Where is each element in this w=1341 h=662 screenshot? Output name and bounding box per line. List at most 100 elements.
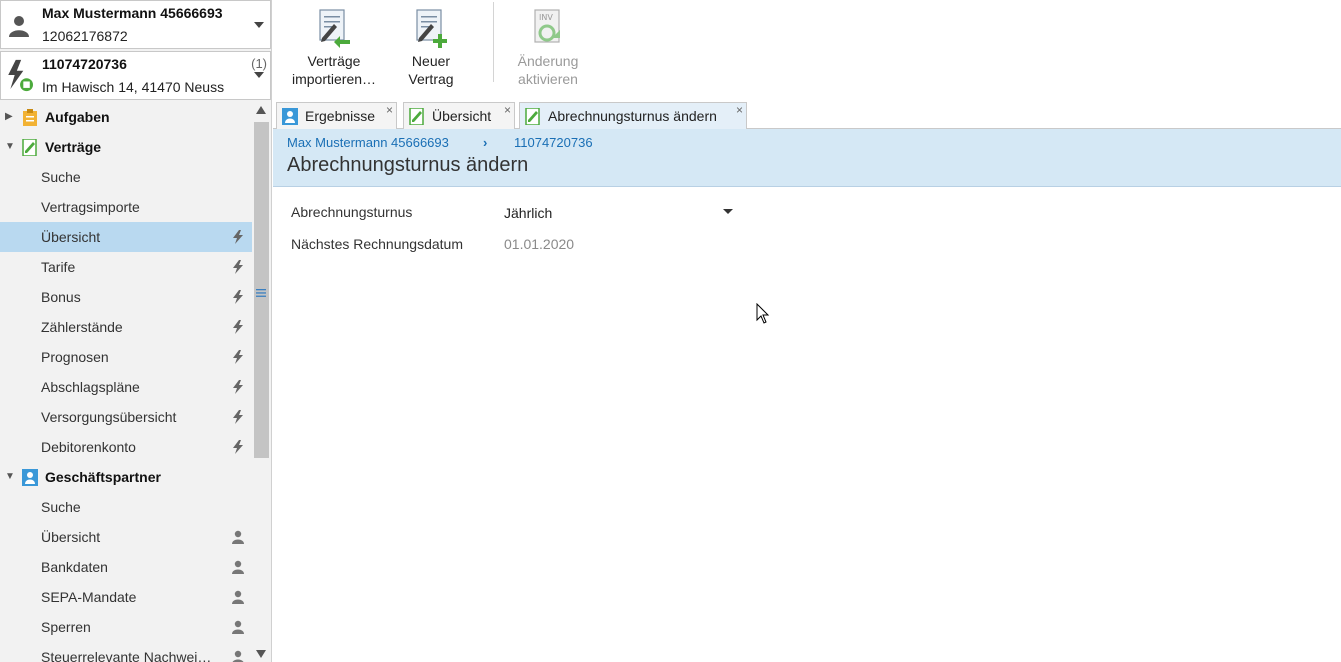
contract-icon xyxy=(22,139,37,156)
nav-item-tarife[interactable]: Tarife xyxy=(0,252,252,282)
nav-section-geschaeftspartner[interactable]: ▼ Geschäftspartner xyxy=(0,462,252,492)
nav-item-label: Abschlagspläne xyxy=(41,379,140,395)
nav-item-label: Vertragsimporte xyxy=(41,199,140,215)
billing-cycle-label: Abrechnungsturnus xyxy=(291,204,413,220)
scroll-down-icon[interactable] xyxy=(256,650,266,658)
clipboard-icon xyxy=(23,109,37,126)
nav-item-label: Zählerstände xyxy=(41,319,123,335)
new-contract-label-2: Vertrag xyxy=(408,71,454,87)
import-contracts-label-1: Verträge xyxy=(307,53,361,69)
nav-item-sperren[interactable]: Sperren xyxy=(0,612,252,642)
activate-change-label-2: aktivieren xyxy=(518,71,578,87)
tab-ergebnisse[interactable]: Ergebnisse × xyxy=(276,102,397,129)
chevron-down-icon[interactable] xyxy=(723,209,733,214)
contract-address: Im Hawisch 14, 41470 Neuss xyxy=(42,79,225,95)
nav-item-vertraege-suche[interactable]: Suche xyxy=(0,162,252,192)
nav-item-sepa-mandate[interactable]: SEPA-Mandate xyxy=(0,582,252,612)
ribbon-toolbar: Verträge importieren… Neuer Vertrag INV … xyxy=(273,0,1341,100)
contract-context-selector[interactable]: 11074720736 Im Hawisch 14, 41470 Neuss (… xyxy=(0,51,271,100)
svg-text:INV: INV xyxy=(539,13,553,22)
nav-item-partner-uebersicht[interactable]: Übersicht xyxy=(0,522,252,552)
navigation-tree: ▶ Aufgaben ▼ Verträge Suche Vertragsimpo… xyxy=(0,102,252,662)
nav-item-bonus[interactable]: Bonus xyxy=(0,282,252,312)
customer-context-selector[interactable]: Max Mustermann 45666693 12062176872 xyxy=(0,0,271,49)
toolbar-separator xyxy=(493,2,494,82)
contract-icon xyxy=(525,108,540,125)
main-content: Max Mustermann 45666693 › 11074720736 Ab… xyxy=(273,129,1341,662)
billing-cycle-select[interactable]: Jährlich xyxy=(499,201,737,225)
lightning-icon xyxy=(233,410,243,424)
lightning-icon xyxy=(233,230,243,244)
contract-count: (1) xyxy=(251,56,267,71)
expand-arrow-icon[interactable]: ▶ xyxy=(5,102,13,132)
energy-contract-icon xyxy=(8,59,33,92)
nav-item-prognosen[interactable]: Prognosen xyxy=(0,342,252,372)
breadcrumb-separator-icon: › xyxy=(483,135,488,150)
nav-section-label: Geschäftspartner xyxy=(45,469,161,485)
billing-cycle-value: Jährlich xyxy=(504,205,553,221)
next-invoice-date-label: Nächstes Rechnungsdatum xyxy=(291,236,463,252)
import-contracts-button[interactable]: Verträge importieren… xyxy=(284,8,384,92)
nav-item-abschlagsplaene[interactable]: Abschlagspläne xyxy=(0,372,252,402)
customer-number: 12062176872 xyxy=(42,28,128,44)
close-icon[interactable]: × xyxy=(736,103,743,117)
nav-item-versorgungsuebersicht[interactable]: Versorgungsübersicht xyxy=(0,402,252,432)
collapse-arrow-icon[interactable]: ▼ xyxy=(5,132,15,162)
tab-uebersicht[interactable]: Übersicht × xyxy=(403,102,515,129)
navigation-panel: Max Mustermann 45666693 12062176872 1107… xyxy=(0,0,272,662)
contract-icon xyxy=(409,108,424,125)
close-icon[interactable]: × xyxy=(386,103,393,117)
nav-item-label: Debitorenkonto xyxy=(41,439,136,455)
new-contract-button[interactable]: Neuer Vertrag xyxy=(381,8,481,92)
nav-item-label: Übersicht xyxy=(41,529,101,545)
next-invoice-date-value: 01.01.2020 xyxy=(504,236,575,252)
tab-label: Abrechnungsturnus ändern xyxy=(548,108,717,124)
nav-section-aufgaben[interactable]: ▶ Aufgaben xyxy=(0,102,252,132)
invoice-refresh-icon: INV xyxy=(534,9,560,43)
nav-item-steuerrelevante-nachweise[interactable]: Steuerrelevante Nachwei… xyxy=(0,642,252,662)
tab-abrechnungsturnus-aendern[interactable]: Abrechnungsturnus ändern × xyxy=(519,102,747,130)
nav-item-label: Suche xyxy=(41,169,81,185)
import-document-icon xyxy=(319,9,350,48)
nav-scrollbar[interactable] xyxy=(252,102,271,662)
tab-label: Übersicht xyxy=(432,108,492,124)
mouse-cursor-icon xyxy=(756,303,770,324)
lightning-icon xyxy=(233,350,243,364)
breadcrumb-contract[interactable]: 11074720736 xyxy=(514,135,593,150)
lightning-icon xyxy=(233,440,243,454)
nav-section-label: Aufgaben xyxy=(45,109,110,125)
lightning-icon xyxy=(233,290,243,304)
activate-change-button[interactable]: INV Änderung aktivieren xyxy=(498,8,598,92)
nav-item-label: Bankdaten xyxy=(41,559,108,575)
person-icon xyxy=(232,620,244,634)
lightning-icon xyxy=(233,320,243,334)
nav-item-label: Tarife xyxy=(41,259,76,275)
contract-number: 11074720736 xyxy=(42,56,127,72)
nav-item-debitorenkonto[interactable]: Debitorenkonto xyxy=(0,432,252,462)
collapse-arrow-icon[interactable]: ▼ xyxy=(5,462,15,492)
splitter-grip-icon[interactable] xyxy=(256,288,266,298)
nav-item-label: Steuerrelevante Nachwei… xyxy=(41,649,212,662)
nav-item-label: Übersicht xyxy=(41,229,101,245)
customer-name: Max Mustermann 45666693 xyxy=(42,5,223,21)
nav-item-vertraege-uebersicht[interactable]: Übersicht xyxy=(0,222,252,252)
person-icon xyxy=(232,650,244,662)
nav-item-vertragsimporte[interactable]: Vertragsimporte xyxy=(0,192,252,222)
nav-item-partner-suche[interactable]: Suche xyxy=(0,492,252,522)
nav-section-vertraege[interactable]: ▼ Verträge xyxy=(0,132,252,162)
person-icon xyxy=(232,560,244,574)
close-icon[interactable]: × xyxy=(504,103,511,117)
nav-section-label: Verträge xyxy=(45,139,102,155)
person-icon xyxy=(232,590,244,604)
tab-label: Ergebnisse xyxy=(305,108,376,124)
scroll-up-icon[interactable] xyxy=(256,106,266,114)
chevron-down-icon[interactable] xyxy=(254,72,264,78)
nav-item-label: Sperren xyxy=(41,619,91,635)
new-contract-label-1: Neuer xyxy=(411,53,451,69)
nav-item-bankdaten[interactable]: Bankdaten xyxy=(0,552,252,582)
nav-item-label: Suche xyxy=(41,499,81,515)
chevron-down-icon[interactable] xyxy=(254,22,264,28)
breadcrumb-customer[interactable]: Max Mustermann 45666693 xyxy=(287,135,449,150)
page-header: Max Mustermann 45666693 › 11074720736 Ab… xyxy=(273,129,1341,187)
nav-item-zaehlerstaende[interactable]: Zählerstände xyxy=(0,312,252,342)
